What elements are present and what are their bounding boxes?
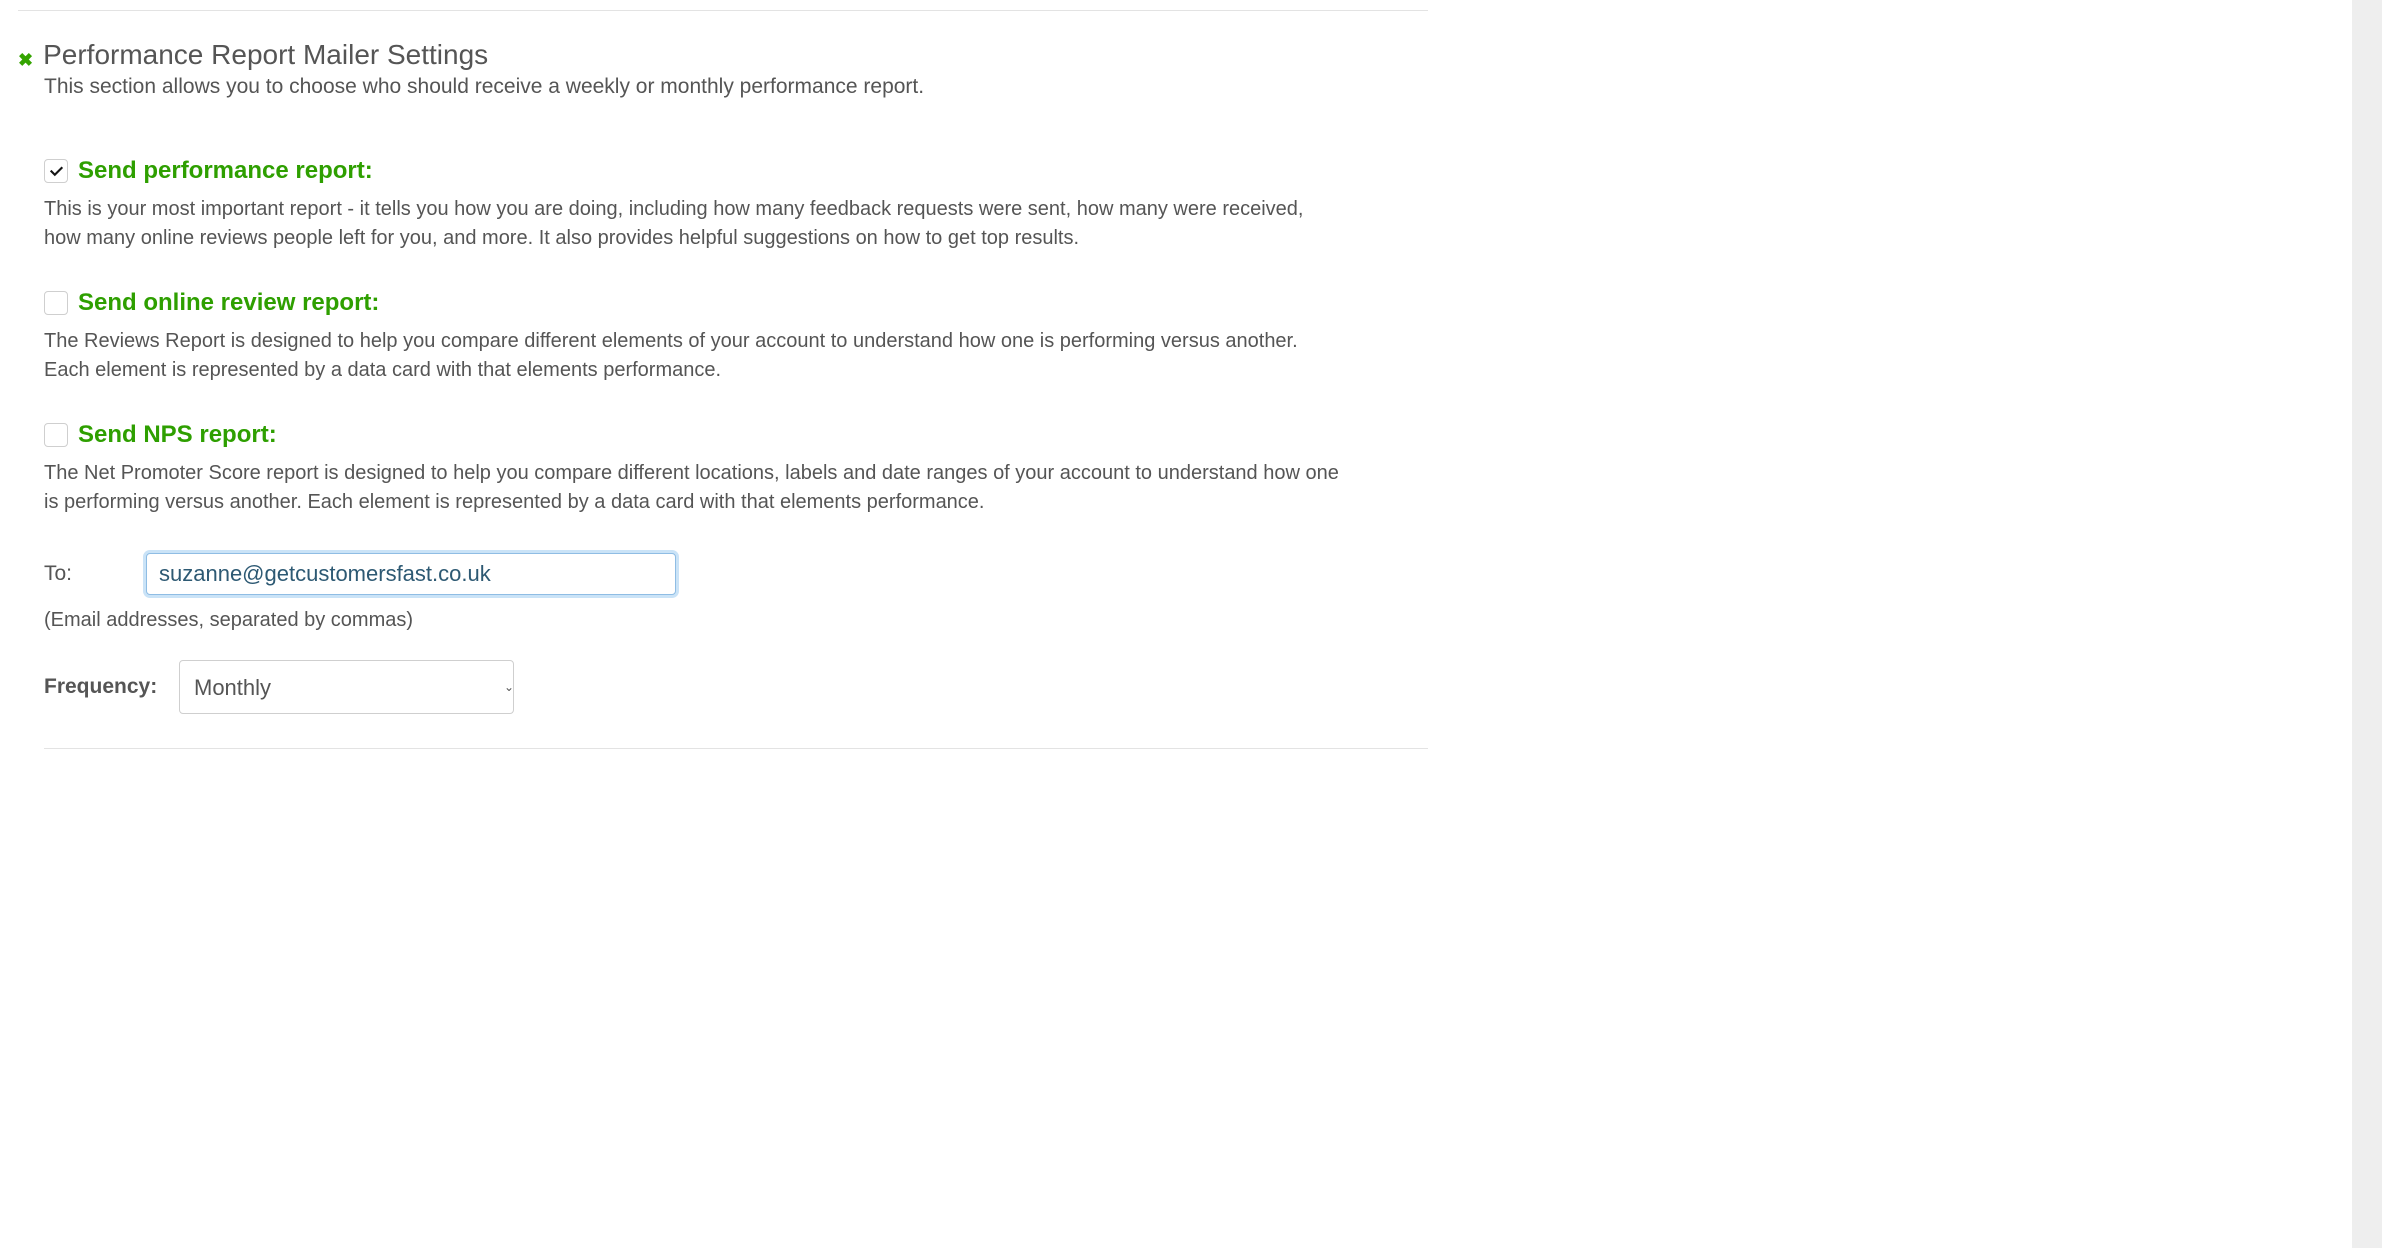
checkbox-send-nps-report[interactable] [44,423,68,447]
section-subtitle: This section allows you to choose who sh… [44,75,1428,99]
settings-page: ✖ Performance Report Mailer Settings Thi… [0,10,1446,827]
close-icon[interactable]: ✖ [18,51,33,69]
frequency-select[interactable]: Monthly [179,660,514,714]
option-desc-online-review: The Reviews Report is designed to help y… [44,327,1344,385]
to-helper-text: (Email addresses, separated by commas) [44,609,1428,632]
bottom-divider [44,748,1428,749]
checkbox-send-performance-report[interactable] [44,159,68,183]
section-title: Performance Report Mailer Settings [43,39,488,71]
right-gutter [2352,0,2382,1248]
checkbox-send-online-review-report[interactable] [44,291,68,315]
field-row-frequency: Frequency: Monthly ⌄ [44,660,1428,714]
option-send-performance-report: Send performance report: This is your mo… [44,157,1428,253]
option-desc-nps: The Net Promoter Score report is designe… [44,459,1344,517]
top-divider [18,10,1428,11]
option-send-online-review-report: Send online review report: The Reviews R… [44,289,1428,385]
option-send-nps-report: Send NPS report: The Net Promoter Score … [44,421,1428,517]
check-icon [49,164,64,179]
option-desc-performance: This is your most important report - it … [44,195,1344,253]
section-content: Send performance report: This is your mo… [44,157,1428,787]
field-row-to: To: [44,553,1428,595]
option-title-online-review: Send online review report: [78,289,379,317]
to-email-input[interactable] [146,553,676,595]
option-title-nps: Send NPS report: [78,421,277,449]
section-header: ✖ Performance Report Mailer Settings [18,39,1428,71]
option-title-performance: Send performance report: [78,157,373,185]
frequency-label: Frequency: [44,675,194,699]
